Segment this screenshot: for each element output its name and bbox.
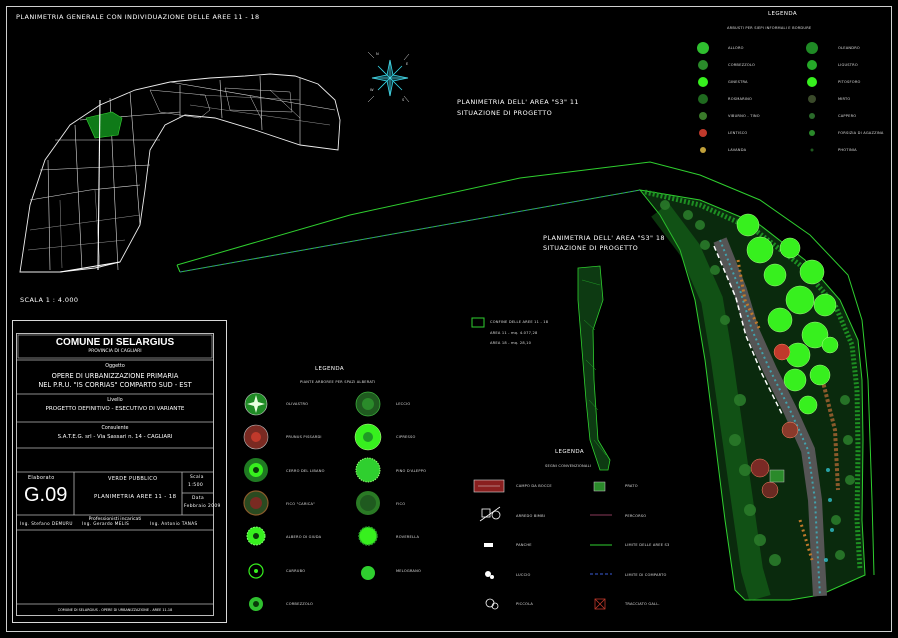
- municipality: COMUNE DI SELARGIUS: [55, 337, 175, 348]
- object-line-2: NEL P.R.U. "IS CORRIAS" COMPARTO SUD - E…: [38, 381, 192, 389]
- title-block-lines: [16, 334, 214, 605]
- date-field-value: Febbraio 2009: [184, 504, 221, 509]
- cad-drawing-canvas: PLANIMETRIA GENERALE CON INDIVIDUAZIONE …: [0, 0, 898, 638]
- drawing-title: PLANIMETRIA AREE 11 - 18: [94, 494, 177, 500]
- date-field-label: Data: [192, 496, 205, 501]
- consultant-label: Consulente: [101, 426, 129, 431]
- consultant-value: S.A.T.E.G. srl - Via Sassari n. 14 - CAG…: [57, 434, 173, 440]
- title-block-footer: COMUNE DI SELARGIUS - OPERE DI URBANIZZA…: [57, 608, 173, 612]
- level-label: Livello: [107, 398, 123, 403]
- scale-field-value: 1:500: [188, 483, 204, 488]
- level-value: PROGETTO DEFINITIVO - ESECUTIVO DI VARIA…: [45, 406, 185, 412]
- province: PROVINCIA DI CAGLIARI: [88, 349, 142, 354]
- designer-3: Ing. Antonio TANAS: [150, 521, 198, 526]
- drawing-label: Elaborato: [28, 476, 55, 481]
- drawing-number: G.09: [24, 484, 68, 506]
- scale-field-label: Scala: [190, 475, 204, 480]
- object-label: Oggetto: [105, 364, 125, 369]
- object-line-1: OPERE DI URBANIZZAZIONE PRIMARIA: [51, 372, 179, 380]
- drawing-category: VERDE PUBBLICO: [108, 476, 158, 482]
- designer-1: Ing. Stefano DEMURU: [20, 521, 73, 526]
- designer-2: Ing. Gerardo MELIS: [82, 521, 130, 526]
